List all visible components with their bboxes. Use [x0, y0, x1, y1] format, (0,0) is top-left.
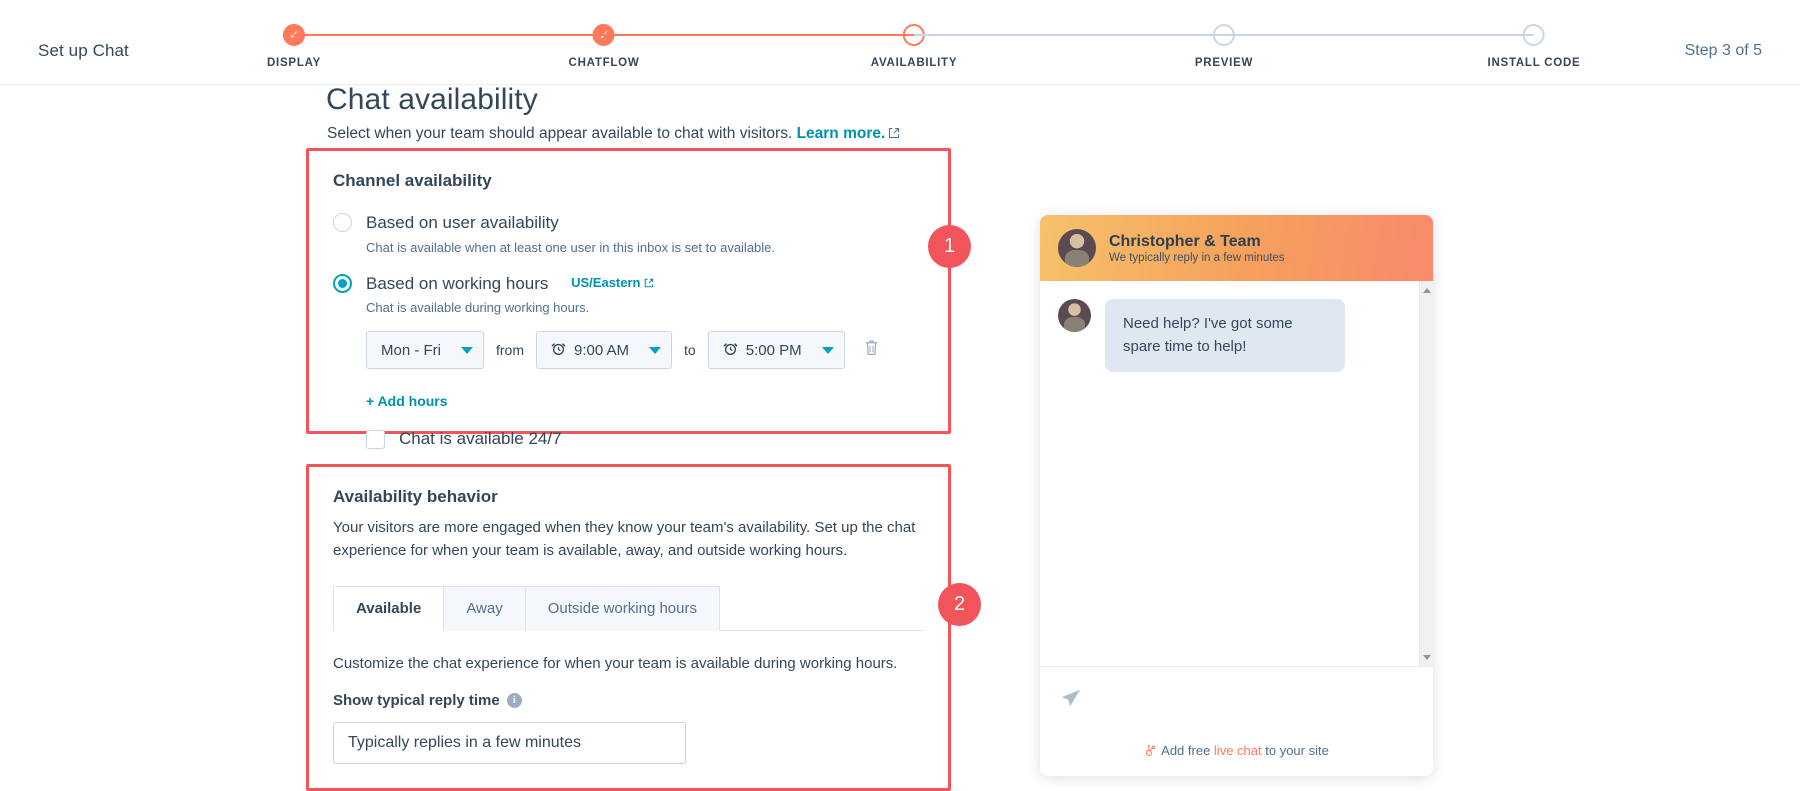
- chat-preview-widget: Christopher & Team We typically reply in…: [1040, 215, 1433, 776]
- timezone-link[interactable]: US/Eastern: [571, 275, 653, 290]
- annotation-badge-1: 1: [928, 225, 971, 268]
- channel-panel-title: Channel availability: [333, 171, 492, 190]
- send-icon[interactable]: [1060, 687, 1082, 714]
- stepper-track-3: [914, 34, 1224, 36]
- setup-header: Set up Chat Step 3 of 5 ✓ DISPLAY ✓ CHAT…: [0, 0, 1800, 85]
- chevron-down-icon: [649, 346, 662, 354]
- info-icon[interactable]: i: [506, 692, 522, 708]
- avatar: [1058, 229, 1096, 267]
- reply-time-value: Typically replies in a few minutes: [348, 733, 581, 751]
- annotation-badge-2: 2: [938, 583, 981, 626]
- tab-away[interactable]: Away: [444, 585, 526, 631]
- external-link-icon: [888, 126, 900, 144]
- alarm-clock-icon: [551, 341, 566, 360]
- chat-scrollbar[interactable]: [1419, 281, 1433, 666]
- radio-label-user-availability: Based on user availability: [366, 213, 559, 232]
- tab-outside-working-hours[interactable]: Outside working hours: [525, 585, 720, 631]
- promo-suffix: to your site: [1261, 743, 1329, 758]
- chevron-down-icon: [461, 346, 473, 354]
- channel-availability-panel: Channel availability Based on user avail…: [306, 148, 951, 449]
- chat-widget-footer: Add free live chat to your site: [1040, 666, 1433, 776]
- scroll-up-icon[interactable]: [1420, 283, 1433, 297]
- chat-message-bubble: Need help? I've got some spare time to h…: [1105, 299, 1345, 372]
- avatar: [1058, 299, 1091, 332]
- radio-working-hours[interactable]: [333, 273, 352, 293]
- app-page: Set up Chat Step 3 of 5 ✓ DISPLAY ✓ CHAT…: [0, 0, 1800, 791]
- to-time-select[interactable]: 5:00 PM: [707, 331, 845, 369]
- from-label: from: [496, 342, 524, 358]
- learn-more-link[interactable]: Learn more.: [797, 125, 886, 142]
- tab-available[interactable]: Available: [333, 585, 445, 631]
- days-select-value: Mon - Fri: [381, 341, 441, 359]
- from-time-select[interactable]: 9:00 AM: [536, 331, 673, 369]
- behavior-panel-title: Availability behavior: [333, 487, 498, 506]
- chat-header-subtitle: We typically reply in a few minutes: [1109, 251, 1285, 264]
- chat-widget-header: Christopher & Team We typically reply in…: [1040, 215, 1433, 281]
- chat-message: Need help? I've got some spare time to h…: [1040, 281, 1433, 372]
- alarm-clock-icon: [723, 341, 738, 360]
- days-select[interactable]: Mon - Fri: [366, 331, 484, 369]
- stepper-step-chatflow[interactable]: ✓ CHATFLOW: [569, 24, 640, 69]
- checkbox-24-7[interactable]: [366, 429, 385, 449]
- radio-option-working-hours[interactable]: Based on working hours US/Eastern: [333, 271, 924, 297]
- working-hours-row: Mon - Fri from 9:00 AM to 5:00 PM: [366, 331, 924, 369]
- promo-link[interactable]: live chat: [1214, 743, 1262, 758]
- checkbox-label-24-7: Chat is available 24/7: [399, 429, 562, 448]
- step-label-preview: PREVIEW: [1194, 57, 1254, 69]
- stepper-track-1: [294, 34, 604, 36]
- hubspot-sprocket-icon: [1144, 744, 1157, 760]
- radio-option-user-availability[interactable]: Based on user availability: [333, 210, 924, 236]
- external-link-icon: [644, 274, 654, 294]
- step-counter: Step 3 of 5: [1684, 42, 1762, 59]
- radio-user-availability[interactable]: [333, 213, 352, 232]
- progress-stepper: ✓ DISPLAY ✓ CHATFLOW AVAILABILITY PREVIE…: [267, 24, 1580, 79]
- radio-label-working-hours: Based on working hours US/Eastern: [366, 271, 654, 297]
- section-heading: Chat availability: [326, 83, 538, 116]
- chat-message-area: Need help? I've got some spare time to h…: [1040, 281, 1433, 666]
- main-content: Chat availability Select when your team …: [0, 83, 1800, 791]
- step-label-availability: AVAILABILITY: [870, 57, 958, 69]
- always-available-row[interactable]: Chat is available 24/7: [366, 429, 924, 449]
- tab-body-text: Customize the chat experience for when y…: [333, 654, 898, 672]
- promo-prefix: Add free: [1161, 743, 1214, 758]
- chat-header-title: Christopher & Team: [1109, 232, 1261, 250]
- availability-behavior-panel: Availability behavior Your visitors are …: [306, 464, 951, 791]
- stepper-step-availability[interactable]: AVAILABILITY: [871, 24, 958, 69]
- step-label-display: DISPLAY: [266, 57, 322, 69]
- from-time-value: 9:00 AM: [574, 341, 630, 359]
- step-label-chatflow: CHATFLOW: [568, 57, 640, 69]
- chat-promo: Add free live chat to your site: [1040, 743, 1433, 760]
- to-time-value: 5:00 PM: [745, 341, 802, 359]
- to-label: to: [684, 342, 696, 358]
- step-label-install-code: INSTALL CODE: [1487, 57, 1581, 69]
- stepper-step-install-code[interactable]: INSTALL CODE: [1488, 24, 1581, 69]
- radio-help-user-availability: Chat is available when at least one user…: [366, 239, 776, 255]
- stepper-track-4: [1224, 34, 1534, 36]
- subtext-text: Select when your team should appear avai…: [327, 125, 793, 142]
- stepper-track-2: [604, 34, 914, 36]
- stepper-step-display[interactable]: ✓ DISPLAY: [267, 24, 321, 69]
- reply-time-label: Show typical reply time i: [333, 692, 924, 709]
- chevron-down-icon: [821, 346, 834, 354]
- radio-help-working-hours: Chat is available during working hours.: [366, 300, 590, 315]
- stepper-step-preview[interactable]: PREVIEW: [1195, 24, 1253, 69]
- behavior-description: Your visitors are more engaged when they…: [333, 519, 916, 560]
- page-title: Set up Chat: [38, 41, 129, 60]
- section-subtext: Select when your team should appear avai…: [327, 125, 900, 144]
- reply-time-select[interactable]: Typically replies in a few minutes: [333, 721, 686, 764]
- delete-hours-icon[interactable]: [863, 338, 880, 362]
- scroll-down-icon[interactable]: [1420, 650, 1433, 664]
- add-hours-link[interactable]: + Add hours: [366, 393, 448, 409]
- behavior-tabs: Available Away Outside working hours: [333, 585, 924, 631]
